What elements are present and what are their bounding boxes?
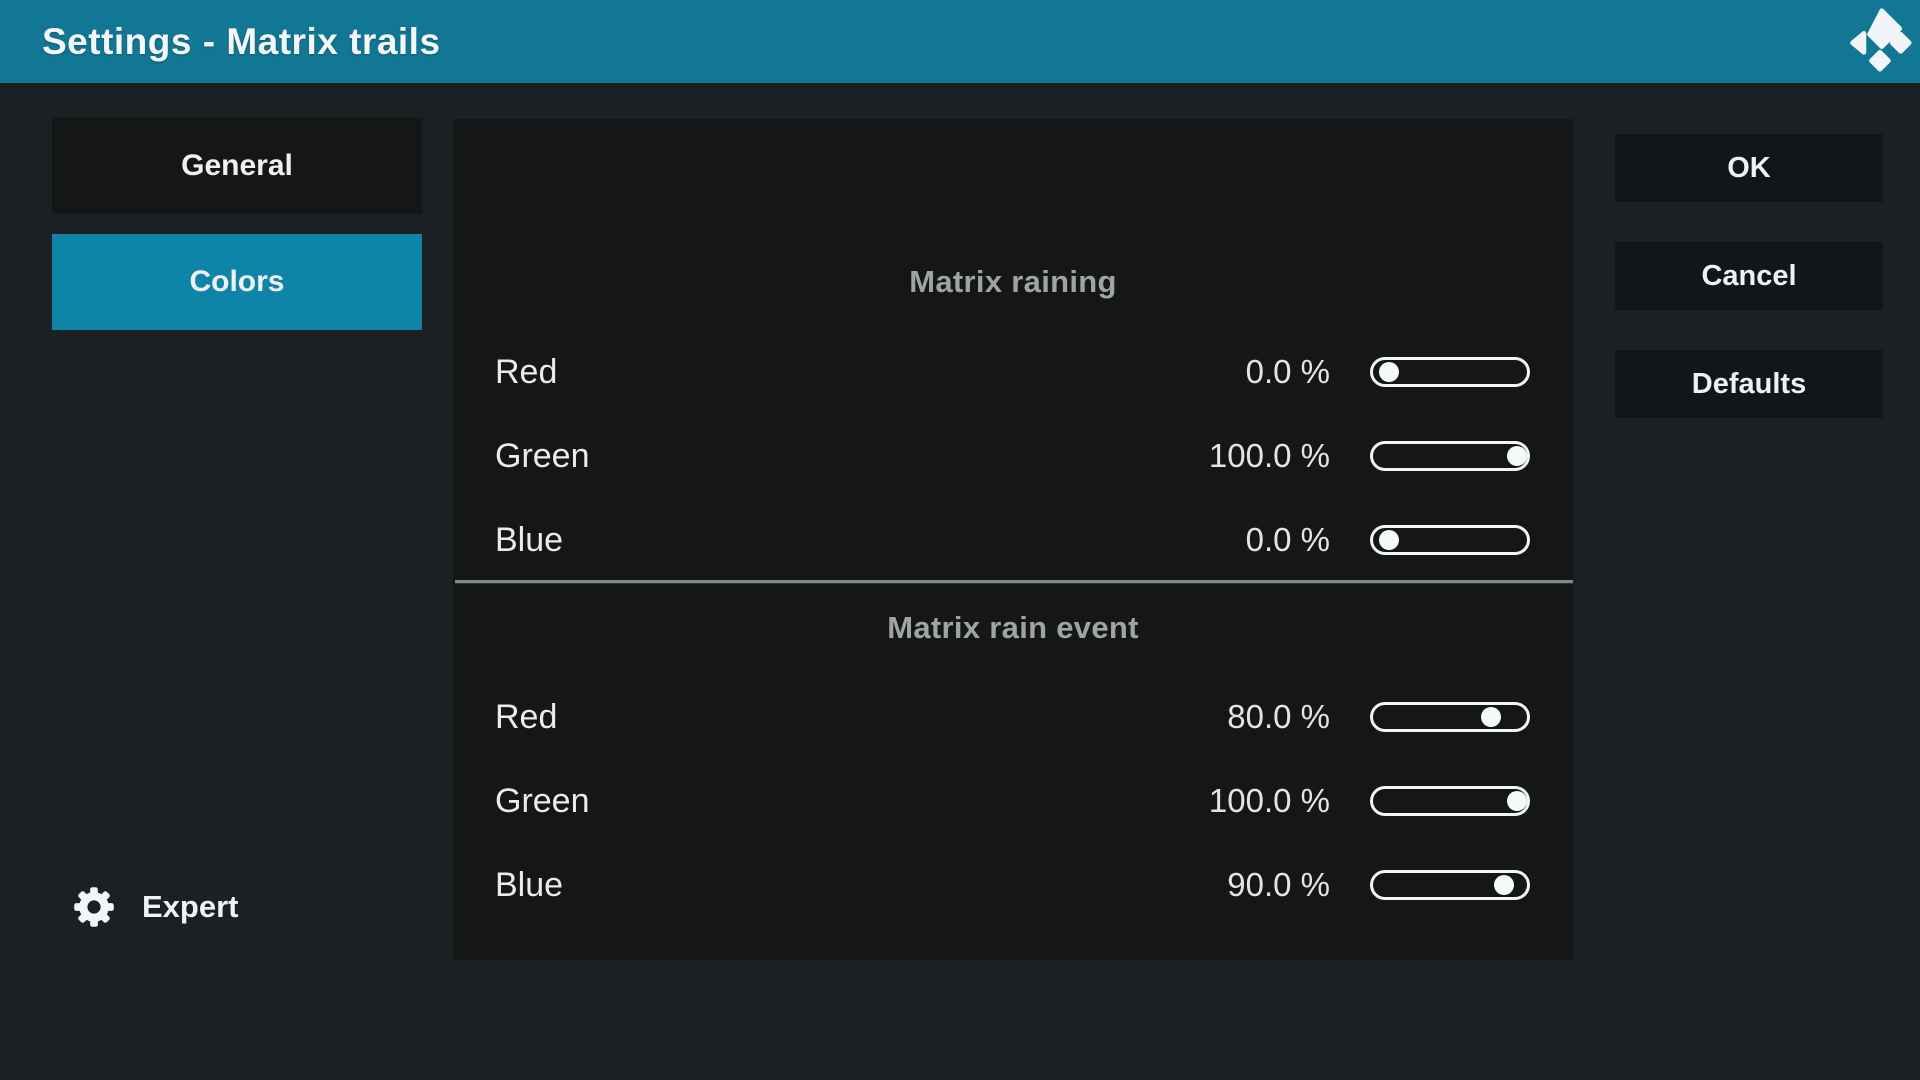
sidebar-item-label: General bbox=[181, 149, 293, 183]
setting-row-event-green[interactable]: Green 100.0 % bbox=[453, 779, 1573, 823]
kodi-logo-icon bbox=[1846, 7, 1912, 73]
titlebar: Settings - Matrix trails bbox=[0, 0, 1920, 83]
setting-label: Blue bbox=[495, 866, 563, 905]
setting-value: 100.0 % bbox=[1209, 437, 1330, 475]
slider[interactable] bbox=[1370, 870, 1530, 900]
slider[interactable] bbox=[1370, 525, 1530, 555]
cancel-button[interactable]: Cancel bbox=[1615, 242, 1883, 310]
slider-knob[interactable] bbox=[1507, 791, 1527, 811]
settings-level-toggle[interactable]: Expert bbox=[72, 882, 238, 932]
setting-row-event-blue[interactable]: Blue 90.0 % bbox=[453, 863, 1573, 907]
slider-knob[interactable] bbox=[1379, 530, 1399, 550]
settings-level-label: Expert bbox=[142, 889, 238, 925]
setting-label: Red bbox=[495, 698, 557, 737]
settings-panel: Matrix raining Red 0.0 % Green 100.0 % B… bbox=[453, 119, 1573, 960]
setting-label: Red bbox=[495, 353, 557, 392]
setting-value: 0.0 % bbox=[1246, 521, 1330, 559]
group-title: Matrix raining bbox=[453, 264, 1573, 300]
setting-label: Blue bbox=[495, 521, 563, 560]
button-label: OK bbox=[1727, 152, 1771, 185]
settings-dialog: Settings - Matrix trails General Colors … bbox=[0, 0, 1920, 1080]
sidebar-item-label: Colors bbox=[189, 265, 284, 299]
setting-value: 90.0 % bbox=[1227, 866, 1330, 904]
slider-knob[interactable] bbox=[1379, 362, 1399, 382]
setting-row-raining-red[interactable]: Red 0.0 % bbox=[453, 350, 1573, 394]
button-label: Cancel bbox=[1701, 260, 1796, 293]
gear-icon bbox=[72, 884, 116, 930]
sidebar-item-colors[interactable]: Colors bbox=[52, 234, 422, 330]
setting-label: Green bbox=[495, 782, 590, 821]
defaults-button[interactable]: Defaults bbox=[1615, 350, 1883, 418]
setting-row-event-red[interactable]: Red 80.0 % bbox=[453, 695, 1573, 739]
slider[interactable] bbox=[1370, 441, 1530, 471]
setting-value: 80.0 % bbox=[1227, 698, 1330, 736]
sidebar-item-general[interactable]: General bbox=[52, 118, 422, 214]
group-separator bbox=[455, 580, 1573, 584]
slider-knob[interactable] bbox=[1507, 446, 1527, 466]
setting-row-raining-green[interactable]: Green 100.0 % bbox=[453, 434, 1573, 478]
slider[interactable] bbox=[1370, 702, 1530, 732]
button-label: Defaults bbox=[1692, 368, 1806, 401]
setting-row-raining-blue[interactable]: Blue 0.0 % bbox=[453, 518, 1573, 562]
ok-button[interactable]: OK bbox=[1615, 134, 1883, 202]
slider-knob[interactable] bbox=[1494, 875, 1514, 895]
slider-knob[interactable] bbox=[1481, 707, 1501, 727]
setting-value: 100.0 % bbox=[1209, 782, 1330, 820]
slider[interactable] bbox=[1370, 357, 1530, 387]
setting-label: Green bbox=[495, 437, 590, 476]
setting-value: 0.0 % bbox=[1246, 353, 1330, 391]
window-title: Settings - Matrix trails bbox=[0, 21, 441, 63]
group-title: Matrix rain event bbox=[453, 610, 1573, 646]
slider[interactable] bbox=[1370, 786, 1530, 816]
